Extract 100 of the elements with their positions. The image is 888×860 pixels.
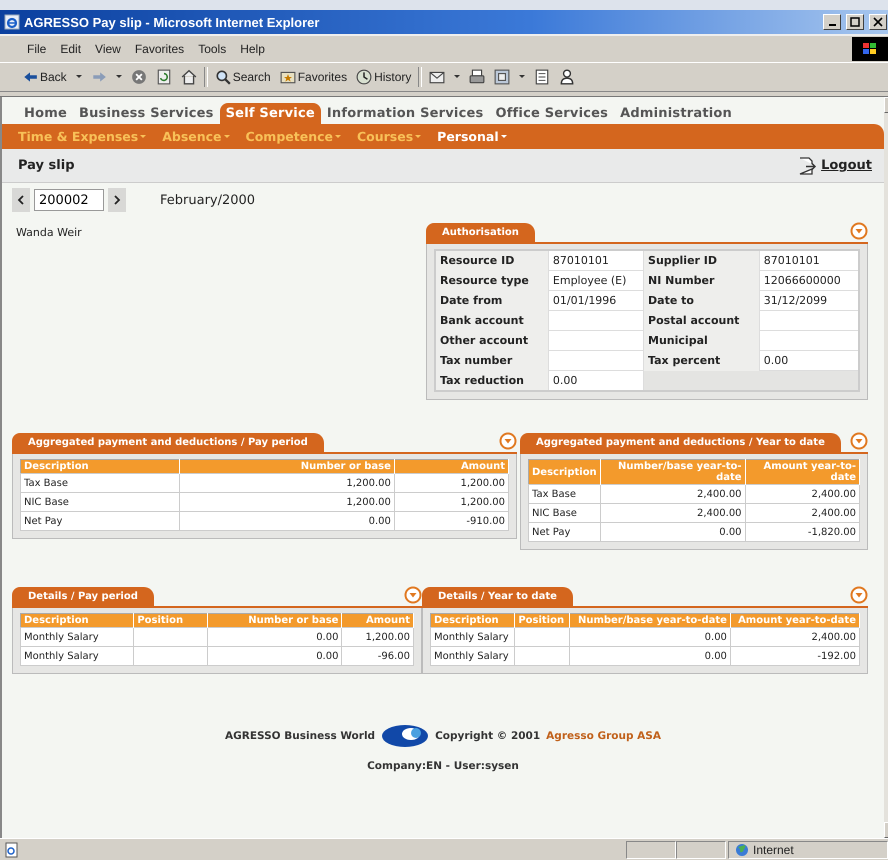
column-header: Amount year-to-date <box>745 460 860 484</box>
column-header: Description <box>528 460 600 484</box>
globe-icon <box>735 843 749 857</box>
clock-icon <box>356 69 372 85</box>
history-button[interactable]: History <box>354 68 414 86</box>
product-name: AGRESSO Business World <box>225 730 376 742</box>
table-cell <box>514 628 570 646</box>
document-icon[interactable] <box>534 69 550 85</box>
minimize-icon <box>828 24 836 26</box>
table-cell: 0.00 <box>569 628 730 646</box>
nav-tab[interactable]: Administration <box>614 103 738 124</box>
field-value: 0.00 <box>548 370 644 391</box>
table-cell: NIC Base <box>528 504 600 522</box>
collapse-icon[interactable] <box>404 586 422 604</box>
window-title: AGRESSO Pay slip - Microsoft Internet Explorer <box>24 14 320 30</box>
field-label: Other account <box>435 330 548 350</box>
table-cell: 2,400.00 <box>600 484 746 504</box>
collapse-icon[interactable] <box>850 432 868 450</box>
menu-item[interactable]: Favorites <box>128 40 192 58</box>
table-cell: 2,400.00 <box>745 484 860 504</box>
menu-item[interactable]: Edit <box>53 40 88 58</box>
search-icon <box>214 69 231 85</box>
column-header: Number/base year-to-date <box>569 614 730 628</box>
menu-item[interactable]: Help <box>233 40 272 58</box>
field-label: Tax number <box>435 350 548 370</box>
nav-tab[interactable]: Self Service <box>220 103 321 124</box>
submenu-item[interactable]: Personal <box>437 129 507 144</box>
next-button[interactable] <box>108 188 126 212</box>
table-cell <box>514 646 570 666</box>
table-cell: 0.00 <box>569 646 730 666</box>
favorites-button[interactable]: Favorites <box>278 68 350 86</box>
collapse-icon[interactable] <box>850 586 868 604</box>
printer-icon[interactable] <box>469 69 486 85</box>
copyright-text: Copyright © 2001 <box>435 730 540 742</box>
field-label: Date from <box>435 290 548 310</box>
home-icon[interactable] <box>180 69 197 85</box>
close-icon <box>873 17 883 27</box>
column-header: Number/base year-to-date <box>600 460 746 484</box>
person-icon[interactable] <box>559 69 576 85</box>
field-label: Postal account <box>644 310 760 330</box>
table-cell: Tax Base <box>20 474 180 492</box>
session-info: Company:EN - User:sysen <box>367 760 519 772</box>
field-value: 12066600000 <box>759 270 859 290</box>
table-cell: -1,820.00 <box>745 522 860 542</box>
table-cell: Net Pay <box>528 522 600 542</box>
exit-icon <box>797 156 818 176</box>
menu-item[interactable]: View <box>88 40 128 58</box>
table-cell: 1,200.00 <box>394 492 508 512</box>
field-label: Bank account <box>435 310 548 330</box>
edit-icon[interactable] <box>494 69 510 85</box>
column-header: Description <box>430 614 515 628</box>
period-label: February/2000 <box>160 192 256 208</box>
table-cell: 0.00 <box>179 512 394 530</box>
chevron-right-icon <box>113 195 121 205</box>
stop-icon[interactable] <box>130 69 147 85</box>
collapse-icon[interactable] <box>499 432 517 450</box>
close-button[interactable] <box>869 14 887 30</box>
nav-tab[interactable]: Office Services <box>489 103 614 124</box>
table-cell: Net Pay <box>20 512 180 530</box>
column-header: Description <box>20 460 180 474</box>
field-value: 0.00 <box>759 350 859 370</box>
table-cell: 1,200.00 <box>179 474 394 492</box>
minimize-button[interactable] <box>823 14 841 30</box>
table-cell: Tax Base <box>528 484 600 504</box>
table-cell: NIC Base <box>20 492 180 512</box>
column-header: Number or base <box>179 460 394 474</box>
page-title: Pay slip <box>18 158 75 173</box>
table-cell: Monthly Salary <box>20 628 134 646</box>
field-label: Resource ID <box>435 250 548 270</box>
field-label: Date to <box>644 290 760 310</box>
menu-item[interactable]: File <box>20 40 54 58</box>
refresh-icon[interactable] <box>156 69 172 85</box>
field-label: Supplier ID <box>644 250 760 270</box>
nav-tab[interactable]: Business Services <box>72 103 220 124</box>
employee-name: Wanda Weir <box>16 225 82 241</box>
column-header: Description <box>20 614 134 628</box>
company-link[interactable]: Agresso Group ASA <box>546 730 661 742</box>
nav-tab[interactable]: Home <box>18 103 73 124</box>
previous-button[interactable] <box>12 188 30 212</box>
field-label: Resource type <box>435 270 548 290</box>
maximize-button[interactable] <box>846 14 864 30</box>
field-value: 87010101 <box>548 250 644 270</box>
search-button[interactable]: Search <box>212 68 273 86</box>
maximize-icon <box>850 17 860 27</box>
field-label: Tax reduction <box>435 370 548 391</box>
envelope-icon[interactable] <box>429 69 446 85</box>
zone-label: Internet <box>753 843 794 857</box>
field-value: 87010101 <box>759 250 859 270</box>
field-value: 31/12/2099 <box>759 290 859 310</box>
back-button[interactable]: Back <box>20 68 69 86</box>
collapse-icon[interactable] <box>850 222 868 240</box>
logout-link[interactable]: Logout <box>797 156 872 176</box>
column-header: Amount <box>394 460 508 474</box>
nav-tab[interactable]: Information Services <box>320 103 490 124</box>
table-cell: Monthly Salary <box>430 628 515 646</box>
period-field[interactable]: 200002 <box>34 189 104 211</box>
field-label: Tax percent <box>644 350 760 370</box>
chevron-left-icon <box>17 195 25 205</box>
table-cell: -910.00 <box>394 512 508 530</box>
menu-item[interactable]: Tools <box>191 40 234 58</box>
